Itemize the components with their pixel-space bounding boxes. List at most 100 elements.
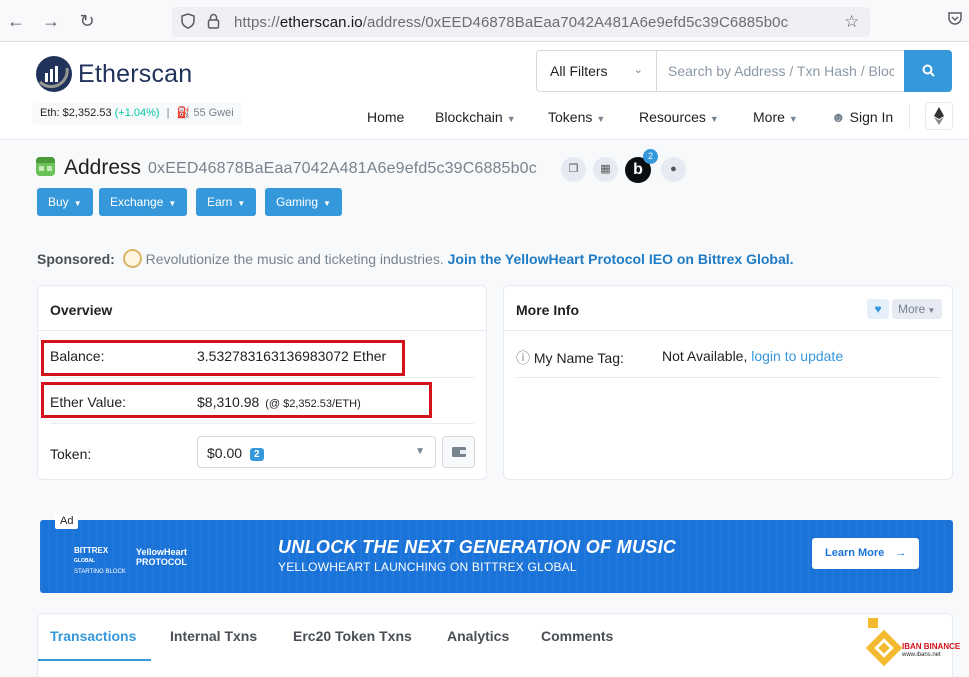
learn-more-button[interactable]: Learn More → xyxy=(812,538,919,569)
sponsored-banner: Sponsored: Revolutionize the music and t… xyxy=(37,249,794,268)
reload-icon[interactable]: ↻ xyxy=(76,10,98,32)
tab-internal-txns[interactable]: Internal Txns xyxy=(170,628,257,644)
shield-icon[interactable] xyxy=(181,13,195,33)
nav-resources-label: Resources xyxy=(639,109,706,125)
tab-erc20-token-txns[interactable]: Erc20 Token Txns xyxy=(293,628,412,644)
token-value: $0.00 xyxy=(207,445,243,461)
site-header: Etherscan Eth: $2,352.53 (+1.04%) | ⛽ 55… xyxy=(0,42,969,140)
heart-icon[interactable]: ♥ xyxy=(867,299,889,319)
nav-sign-in-label: Sign In xyxy=(849,109,894,125)
filter-selected-label: All Filters xyxy=(550,63,608,79)
search-input[interactable] xyxy=(657,51,905,91)
bittrex-logo: BITTREX GLOBAL STARTING BLOCK xyxy=(74,546,126,577)
sponsored-link[interactable]: Join the YellowHeart Protocol IEO on Bit… xyxy=(448,251,794,267)
sponsored-text: Revolutionize the music and ticketing in… xyxy=(145,251,444,267)
gas-price[interactable]: 55 Gwei xyxy=(193,107,233,119)
gaming-label: Gaming xyxy=(276,195,319,209)
watermark-line1: IBAN BINANCE xyxy=(902,642,961,651)
etherscan-logo-icon[interactable] xyxy=(36,56,72,92)
gaming-button[interactable]: Gaming ▼ xyxy=(265,188,342,216)
yellowheart-logo-icon xyxy=(122,249,142,268)
ad-tag: Ad xyxy=(55,514,79,529)
url-text[interactable]: https://etherscan.io/address/0xEED46878B… xyxy=(234,14,788,31)
ethereum-network-button[interactable] xyxy=(925,102,953,130)
name-tag-label-row: ⓘ My Name Tag: xyxy=(516,348,624,368)
nav-tokens-label: Tokens xyxy=(548,109,593,125)
ad-subline: YELLOWHEART LAUNCHING ON BITTREX GLOBAL xyxy=(278,560,577,574)
user-circle-icon: ☻ xyxy=(831,109,846,125)
token-count-badge: 2 xyxy=(250,448,264,461)
divider xyxy=(38,330,486,331)
eth-price-change: (+1.04%) xyxy=(114,107,160,119)
balance-highlight-box xyxy=(41,340,405,376)
token-holdings-select[interactable]: $0.00 2 ▼ xyxy=(197,436,436,468)
star-icon[interactable]: ☆ xyxy=(844,12,859,32)
gas-pump-icon: ⛽ xyxy=(176,107,191,119)
eth-price-label: Eth: $2,352.53 xyxy=(40,107,112,119)
search-filter-select[interactable]: All Filters ⌄ xyxy=(537,51,657,91)
exchange-label: Exchange xyxy=(110,195,164,209)
url-prefix: https:// xyxy=(234,14,280,31)
back-arrow-icon[interactable]: ← xyxy=(5,10,27,32)
divider xyxy=(50,377,474,378)
search-button[interactable] xyxy=(904,50,952,92)
forward-arrow-icon[interactable]: → xyxy=(40,10,62,32)
ad-headline: UNLOCK THE NEXT GENERATION OF MUSIC xyxy=(278,537,677,557)
divider xyxy=(516,377,940,378)
divider xyxy=(50,423,474,424)
question-circle-icon[interactable]: ⓘ xyxy=(516,350,530,366)
blockscan-b-label: b xyxy=(633,161,643,178)
eth-price-ticker: Eth: $2,352.53 (+1.04%) | ⛽ 55 Gwei xyxy=(32,103,242,125)
logo-text[interactable]: Etherscan xyxy=(78,60,192,89)
chevron-down-icon: ▼ xyxy=(788,114,798,124)
nav-more-label: More xyxy=(753,109,785,125)
chevron-down-icon: ▼ xyxy=(415,446,425,457)
copy-icon[interactable]: ❐ xyxy=(561,157,586,182)
chevron-down-icon: ▼ xyxy=(709,114,719,124)
nav-home[interactable]: Home xyxy=(367,109,404,125)
nav-sign-in[interactable]: ☻ Sign In xyxy=(831,109,893,125)
ether-value-highlight-box xyxy=(41,382,432,418)
more-info-dropdown[interactable]: More ▼ xyxy=(892,299,942,319)
ethereum-icon xyxy=(934,107,944,125)
tab-comments[interactable]: Comments xyxy=(541,628,613,644)
wallet-icon xyxy=(452,447,466,457)
chevron-down-icon: ▼ xyxy=(237,199,246,208)
iban-binance-watermark: IBAN BINANCE www.ibans.net xyxy=(864,616,964,672)
tab-analytics[interactable]: Analytics xyxy=(447,628,509,644)
learn-more-label: Learn More xyxy=(825,547,885,559)
tab-transactions[interactable]: Transactions xyxy=(50,628,136,644)
more-info-title: More Info xyxy=(516,302,579,318)
divider xyxy=(504,330,952,331)
chat-bubble-icon[interactable]: ● xyxy=(661,157,686,182)
pocket-icon[interactable] xyxy=(944,9,966,31)
yellowheart-logo-line2: PROTOCOL xyxy=(136,557,187,567)
buy-button[interactable]: Buy ▼ xyxy=(37,188,93,216)
iban-logo-icon xyxy=(865,618,903,667)
browser-toolbar: ← → ↻ https://etherscan.io/address/0xEED… xyxy=(0,0,969,42)
login-to-update-link[interactable]: login to update xyxy=(751,348,843,364)
yellowheart-logo-line1: YellowHeart xyxy=(136,547,188,557)
active-tab-underline xyxy=(38,659,151,661)
yellowheart-protocol-logo: YellowHeart PROTOCOL xyxy=(136,547,187,567)
address-bar[interactable]: https://etherscan.io/address/0xEED46878B… xyxy=(172,7,870,37)
bittrex-logo-line3: STARTING BLOCK xyxy=(74,569,126,575)
qr-code-icon[interactable]: ▦ xyxy=(593,157,618,182)
nav-resources[interactable]: Resources ▼ xyxy=(639,109,719,125)
token-label: Token: xyxy=(50,446,92,462)
wallet-button[interactable] xyxy=(442,436,475,468)
name-tag-value-row: Not Available, login to update xyxy=(662,348,843,364)
exchange-button[interactable]: Exchange ▼ xyxy=(99,188,188,216)
nav-more[interactable]: More ▼ xyxy=(753,109,798,125)
watermark-line2: www.ibans.net xyxy=(902,652,941,658)
ad-banner[interactable]: BITTREX GLOBAL STARTING BLOCK YellowHear… xyxy=(40,520,953,593)
lock-icon[interactable] xyxy=(207,13,220,33)
nav-blockchain-label: Blockchain xyxy=(435,109,503,125)
chevron-down-icon: ▼ xyxy=(596,114,606,124)
overview-title: Overview xyxy=(50,302,113,318)
nav-tokens[interactable]: Tokens ▼ xyxy=(548,109,605,125)
earn-button[interactable]: Earn ▼ xyxy=(196,188,257,216)
chevron-down-icon: ▼ xyxy=(323,199,331,208)
nav-blockchain[interactable]: Blockchain ▼ xyxy=(435,109,516,125)
transactions-tabs-card: Transactions Internal Txns Erc20 Token T… xyxy=(37,613,953,677)
